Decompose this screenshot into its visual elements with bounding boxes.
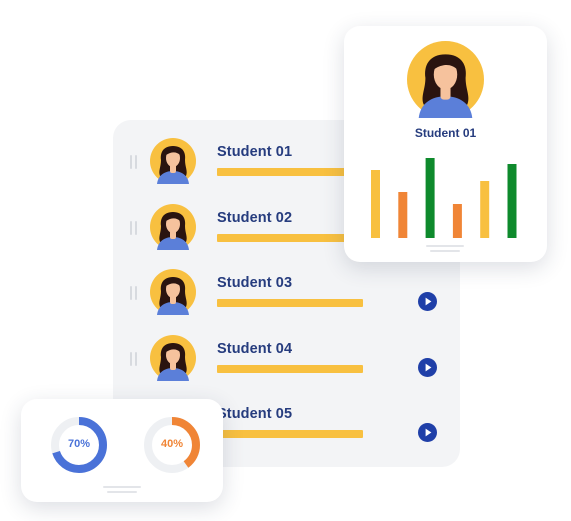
chart-bar xyxy=(371,170,380,238)
play-icon[interactable] xyxy=(418,423,437,442)
profile-name: Student 01 xyxy=(414,126,477,140)
drag-handle xyxy=(426,245,464,247)
donut-label: 40% xyxy=(160,438,184,450)
student-name: Student 04 xyxy=(217,341,293,357)
avatar xyxy=(150,204,196,250)
progress-bar xyxy=(217,299,363,307)
drag-handle xyxy=(103,486,141,488)
performance-bar-chart xyxy=(371,158,517,238)
drag-handle-icon[interactable] xyxy=(130,155,138,169)
avatar xyxy=(407,41,484,118)
progress-bar xyxy=(217,365,363,373)
avatar xyxy=(150,138,196,184)
drag-handle-icon[interactable] xyxy=(130,286,138,300)
drag-handle xyxy=(107,491,137,493)
student-name: Student 03 xyxy=(217,275,293,291)
progress-bar xyxy=(217,430,363,438)
list-item[interactable]: Student 03 xyxy=(113,269,460,325)
student-name: Student 05 xyxy=(217,406,293,422)
chart-bar xyxy=(452,204,462,238)
chart-bar xyxy=(425,158,435,238)
chart-bar xyxy=(398,192,408,238)
avatar xyxy=(150,269,196,315)
progress-donut: 70% xyxy=(50,416,108,474)
drag-handle-icon[interactable] xyxy=(130,352,138,366)
avatar xyxy=(150,335,196,381)
progress-bar xyxy=(217,168,363,176)
chart-bar xyxy=(480,181,490,238)
drag-handle xyxy=(430,250,460,252)
play-icon[interactable] xyxy=(418,358,437,377)
chart-bar xyxy=(507,164,517,238)
progress-donut: 40% xyxy=(143,416,201,474)
student-name: Student 02 xyxy=(217,210,293,226)
list-item[interactable]: Student 04 xyxy=(113,335,460,391)
play-icon[interactable] xyxy=(418,292,437,311)
drag-handle-icon[interactable] xyxy=(130,221,138,235)
student-name: Student 01 xyxy=(217,144,293,160)
donut-label: 70% xyxy=(67,438,91,450)
progress-summary-card[interactable]: 70% 40% xyxy=(21,399,223,502)
progress-bar xyxy=(217,234,363,242)
student-profile-card[interactable]: Student 01 xyxy=(344,26,547,262)
